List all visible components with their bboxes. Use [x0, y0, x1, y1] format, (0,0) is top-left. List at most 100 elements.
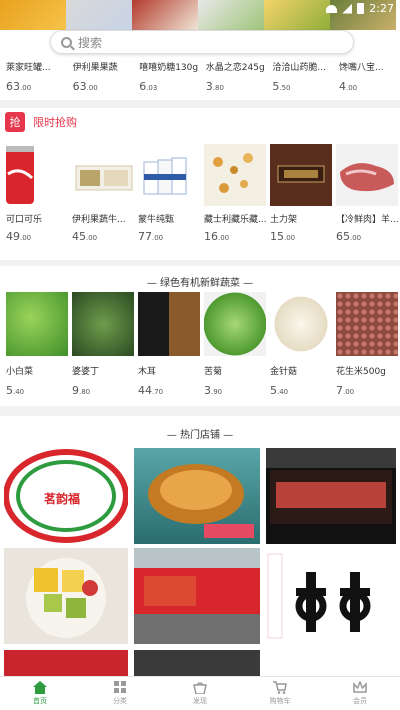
product-price: 5.40	[6, 384, 25, 397]
product-price: 9.80	[72, 384, 91, 397]
flash-sale-title: 限时抢购	[33, 116, 77, 129]
product-name: 金针菇	[270, 367, 298, 376]
shop-card[interactable]	[266, 548, 396, 644]
shop-card[interactable]	[134, 548, 260, 644]
signal-icon	[342, 3, 353, 14]
product-cell[interactable]: 嘻嘻奶糖130g 6.03	[133, 60, 200, 93]
product-name: 馋嘴八宝...	[338, 63, 384, 72]
product-name: 伊利果蔬牛...	[72, 215, 126, 224]
product-cell[interactable]: 伊利果果蔬 63.00	[67, 60, 134, 93]
product-image	[138, 292, 200, 356]
flash-sale-item[interactable]: 可口可乐 49.00	[4, 136, 70, 243]
product-price: 63.00	[6, 80, 32, 93]
shop-card[interactable]	[134, 448, 260, 544]
shop-logo	[267, 553, 371, 639]
product-cell[interactable]: 萊家旺罐... 63.00	[0, 60, 67, 93]
product-price: 65.00	[336, 230, 362, 243]
product-name: 伊利果果蔬	[72, 63, 118, 72]
tab-home[interactable]: 首页	[0, 677, 80, 710]
search-input[interactable]: 搜索	[50, 30, 354, 54]
product-image[interactable]	[198, 0, 264, 30]
product-name: 小白菜	[6, 367, 34, 376]
product-image	[336, 292, 398, 356]
status-time: 2:27	[369, 2, 394, 15]
vegetable-item[interactable]: 花生米500g 7.00	[334, 292, 400, 397]
product-image	[72, 292, 134, 356]
top-product-row: 萊家旺罐... 63.00 伊利果果蔬 63.00 嘻嘻奶糖130g 6.03 …	[0, 60, 400, 93]
product-image	[336, 144, 398, 206]
product-price: 63.00	[72, 80, 98, 93]
flash-sale-item[interactable]: 土力架 15.00	[268, 136, 334, 243]
product-image	[204, 144, 266, 206]
product-image[interactable]	[0, 0, 66, 30]
tab-label: 分类	[113, 697, 127, 705]
flash-sale-item[interactable]: 蒙牛纯甄 77.00	[136, 136, 202, 243]
shop-card[interactable]	[4, 650, 128, 676]
product-name: 花生米500g	[336, 367, 386, 376]
wifi-icon	[326, 4, 338, 13]
product-image[interactable]	[264, 0, 330, 30]
product-name: 可口可乐	[6, 215, 43, 224]
product-name: 苦菊	[204, 367, 223, 376]
tab-discover[interactable]: 发现	[160, 677, 240, 710]
hot-shops-section: — 热门店铺 — 茗韵福	[0, 416, 400, 676]
product-name: 婆婆丁	[72, 367, 100, 376]
crown-icon	[353, 681, 367, 693]
search-icon	[61, 36, 72, 48]
product-image[interactable]	[66, 0, 132, 30]
flash-sale-item[interactable]: 伊利果蔬牛... 45.00	[70, 136, 136, 243]
discover-icon	[193, 682, 207, 694]
product-name: 水晶之恋245g	[205, 63, 265, 72]
product-image[interactable]	[132, 0, 198, 30]
search-placeholder: 搜索	[78, 35, 103, 50]
product-cell[interactable]: 洽洽山药脆... 5.50	[266, 60, 333, 93]
product-image	[270, 292, 332, 356]
product-name: 洽洽山药脆...	[272, 63, 326, 72]
flash-sale-item[interactable]: 藏士利藏乐藏... 16.00	[202, 136, 268, 243]
product-name: 藏士利藏乐藏...	[204, 215, 267, 224]
product-name: 嘻嘻奶糖130g	[139, 63, 199, 72]
product-image	[6, 292, 68, 356]
shop-image	[134, 568, 260, 644]
product-cell[interactable]: 水晶之恋245g 3.80	[200, 60, 267, 93]
shop-card[interactable]	[134, 650, 260, 676]
flash-sale-item[interactable]: 【冷鲜肉】羊... 65.00	[334, 136, 400, 243]
shop-card[interactable]: 茗韵福	[3, 448, 129, 544]
product-cell[interactable]: 馋嘴八宝... 4.00	[333, 60, 400, 93]
product-price: 15.00	[270, 230, 296, 243]
product-image	[72, 144, 134, 206]
vegetable-item[interactable]: 木耳 44.70	[136, 292, 202, 397]
tab-category[interactable]: 分类	[80, 677, 160, 710]
shop-card[interactable]	[4, 548, 128, 644]
product-price: 16.00	[204, 230, 230, 243]
product-name: 木耳	[138, 367, 157, 376]
product-name: 蒙牛纯甄	[138, 215, 175, 224]
vegetable-item[interactable]: 金针菇 5.40	[268, 292, 334, 397]
home-icon	[33, 681, 47, 694]
vegetables-title: — 绿色有机新鲜蔬菜 —	[146, 278, 254, 289]
product-image	[270, 144, 332, 206]
vegetable-item[interactable]: 小白菜 5.40	[4, 292, 70, 397]
product-price: 5.50	[272, 80, 291, 93]
product-image	[204, 292, 266, 356]
tab-label: 购物车	[269, 697, 291, 705]
product-price: 77.00	[138, 230, 164, 243]
product-price: 45.00	[72, 230, 98, 243]
product-name: 萊家旺罐...	[6, 63, 51, 72]
tab-cart[interactable]: 购物车	[240, 677, 320, 710]
cart-icon	[273, 681, 287, 694]
product-name: 土力架	[270, 215, 298, 224]
vegetables-items: 小白菜 5.40 婆婆丁 9.80 木耳 44.70 苦菊 3.90 金针菇 5…	[0, 292, 400, 397]
product-image	[138, 144, 200, 206]
tab-member[interactable]: 会员	[320, 677, 400, 710]
flash-sale-header[interactable]: 抢 限时抢购	[0, 108, 400, 136]
product-name: 【冷鲜肉】羊...	[336, 215, 399, 224]
vegetable-item[interactable]: 苦菊 3.90	[202, 292, 268, 397]
product-price: 3.90	[204, 384, 223, 397]
vegetable-item[interactable]: 婆婆丁 9.80	[70, 292, 136, 397]
bottom-tab-bar: 首页 分类 发现 购物车 会员	[0, 676, 400, 710]
shop-card[interactable]	[266, 448, 396, 544]
product-price: 6.03	[139, 80, 158, 93]
product-price: 44.70	[138, 384, 164, 397]
product-price: 49.00	[6, 230, 32, 243]
